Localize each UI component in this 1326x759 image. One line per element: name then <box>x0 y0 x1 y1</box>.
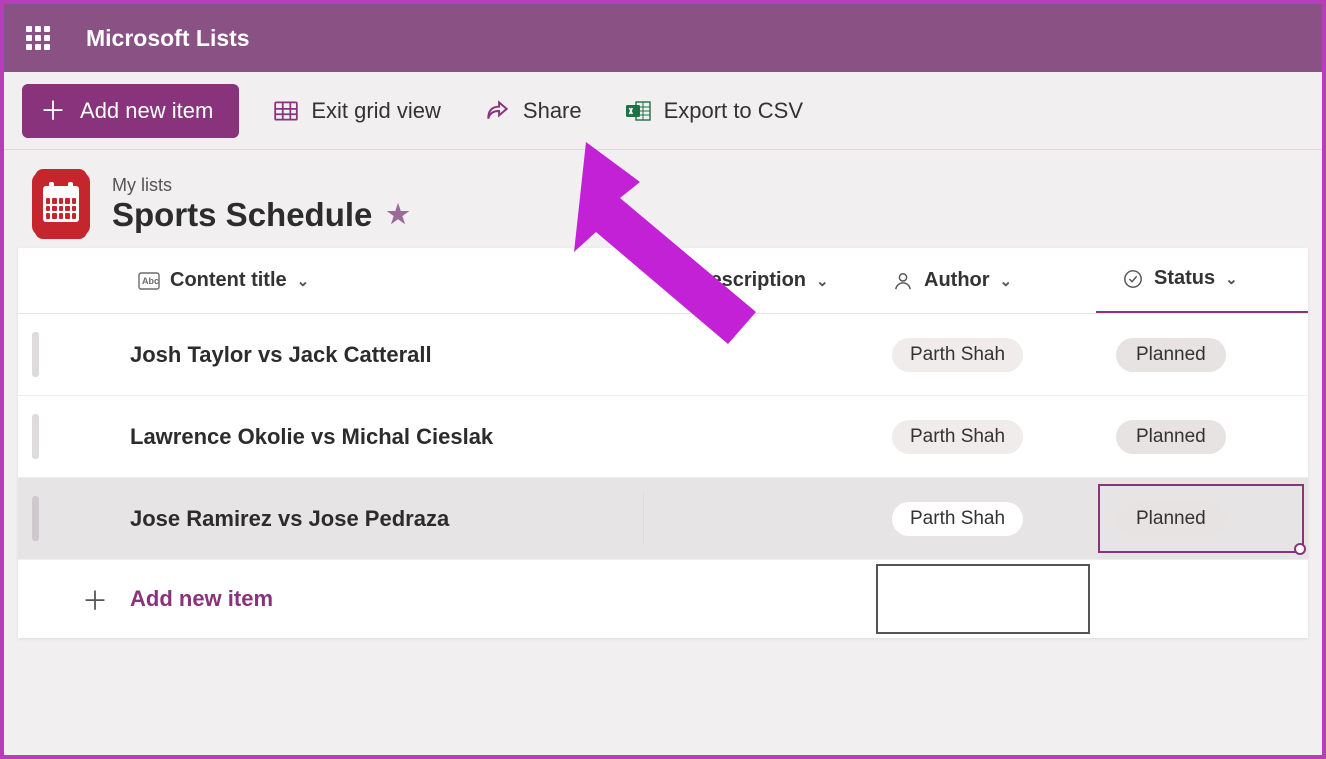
multiline-icon <box>664 271 686 291</box>
app-launcher-icon[interactable] <box>18 18 58 58</box>
grid-icon <box>273 98 299 124</box>
status-pill: Planned <box>1116 502 1226 536</box>
column-header-author[interactable]: Author ⌄ <box>892 269 1012 292</box>
suite-bar: Microsoft Lists <box>4 4 1322 72</box>
status-column-highlight <box>1096 311 1308 313</box>
cell-status[interactable]: Planned <box>1116 420 1226 454</box>
app-name: Microsoft Lists <box>86 25 250 52</box>
table-row[interactable]: Lawrence Okolie vs Michal Cieslak Parth … <box>18 396 1308 478</box>
text-field-icon: Abc <box>138 271 160 291</box>
person-icon <box>892 271 914 291</box>
cell-title[interactable]: Josh Taylor vs Jack Catterall <box>130 342 432 368</box>
share-button[interactable]: Share <box>475 90 592 132</box>
table-row[interactable]: Jose Ramirez vs Jose Pedraza Parth Shah … <box>18 478 1308 560</box>
add-button-label: Add new item <box>80 98 213 124</box>
column-header-title[interactable]: Abc Content title ⌄ <box>138 269 309 292</box>
list-title-text: Sports Schedule <box>112 196 372 234</box>
column-header-status[interactable]: Status ⌄ <box>1122 267 1238 294</box>
chevron-down-icon: ⌄ <box>1000 272 1013 290</box>
row-handle[interactable] <box>32 332 39 377</box>
cell-status[interactable]: Planned <box>1116 338 1226 372</box>
grid-header: Abc Content title ⌄ Description ⌄ Author… <box>18 248 1308 314</box>
exit-grid-view-button[interactable]: Exit grid view <box>263 90 451 132</box>
author-edit-cell[interactable] <box>876 564 1090 634</box>
column-status-label: Status <box>1154 267 1215 290</box>
cell-author[interactable]: Parth Shah <box>892 502 1023 536</box>
cell-author[interactable]: Parth Shah <box>892 338 1023 372</box>
column-title-label: Content title <box>170 269 287 292</box>
excel-icon <box>626 98 652 124</box>
row-handle[interactable] <box>32 414 39 459</box>
plus-icon: ＋ <box>82 581 108 618</box>
status-icon <box>1122 269 1144 289</box>
exit-grid-label: Exit grid view <box>311 98 441 124</box>
export-csv-button[interactable]: Export to CSV <box>616 90 813 132</box>
command-bar: ＋ Add new item Exit grid view Share Expo… <box>4 72 1322 150</box>
column-description-label: Description <box>696 269 806 292</box>
chevron-down-icon: ⌄ <box>297 272 310 290</box>
column-author-label: Author <box>924 269 990 292</box>
export-label: Export to CSV <box>664 98 803 124</box>
cell-title[interactable]: Jose Ramirez vs Jose Pedraza <box>130 506 449 532</box>
cell-status-editor[interactable]: Planned <box>1098 484 1304 553</box>
cell-title[interactable]: Lawrence Okolie vs Michal Cieslak <box>130 424 493 450</box>
svg-text:Abc: Abc <box>142 276 159 286</box>
add-new-item-button[interactable]: ＋ Add new item <box>22 84 239 138</box>
add-new-item-label: Add new item <box>130 586 273 612</box>
row-handle[interactable] <box>32 496 39 541</box>
grid-area: Abc Content title ⌄ Description ⌄ Author… <box>18 248 1308 638</box>
add-new-item-row[interactable]: ＋ Add new item <box>18 560 1308 638</box>
share-label: Share <box>523 98 582 124</box>
cell-divider <box>643 492 644 545</box>
column-header-description[interactable]: Description ⌄ <box>664 269 829 292</box>
share-icon <box>485 98 511 124</box>
breadcrumb[interactable]: My lists <box>112 175 410 196</box>
cell-author[interactable]: Parth Shah <box>892 420 1023 454</box>
chevron-down-icon: ⌄ <box>1225 270 1238 288</box>
chevron-down-icon: ⌄ <box>816 272 829 290</box>
list-calendar-icon <box>32 172 90 236</box>
plus-icon: ＋ <box>40 98 66 124</box>
favorite-star-icon[interactable]: ★ <box>386 199 409 230</box>
list-title-block: My lists Sports Schedule ★ <box>4 150 1322 248</box>
table-row[interactable]: Josh Taylor vs Jack Catterall Parth Shah… <box>18 314 1308 396</box>
list-title: Sports Schedule ★ <box>112 196 410 234</box>
